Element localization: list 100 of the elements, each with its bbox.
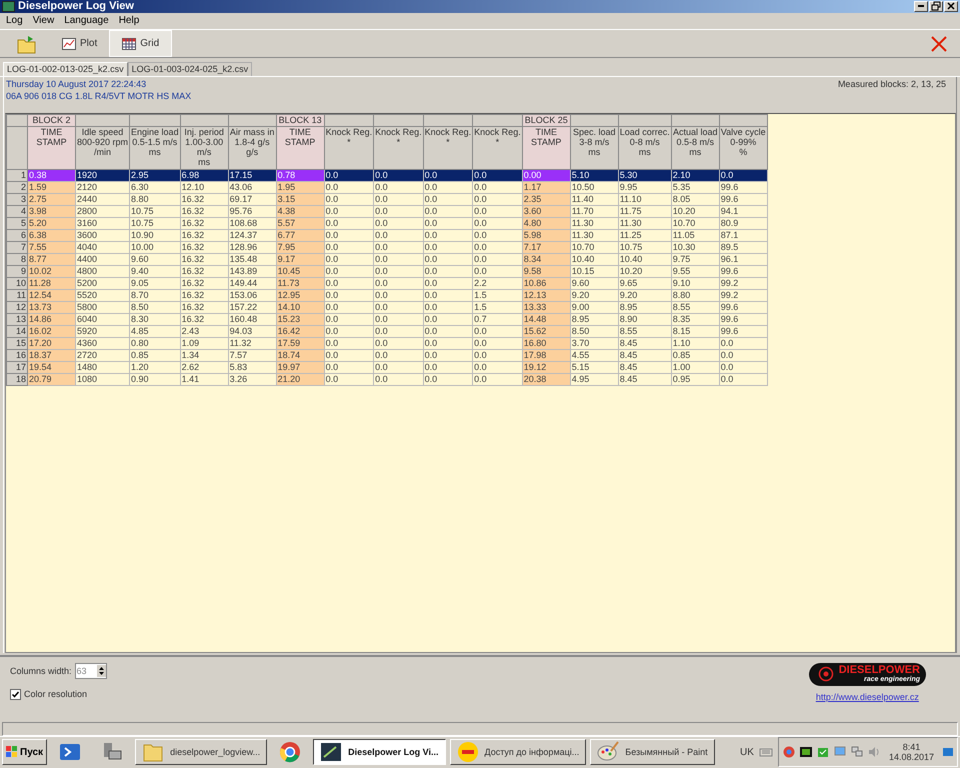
table-cell: 0.0: [423, 205, 473, 218]
table-cell: 21.20: [276, 373, 324, 386]
row-number[interactable]: 15: [6, 337, 28, 350]
table-cell: 69.17: [228, 193, 276, 206]
row-number[interactable]: 5: [6, 217, 28, 230]
minimize-button[interactable]: [914, 0, 928, 12]
table-cell: 11.10: [618, 193, 672, 206]
row-number[interactable]: 6: [6, 229, 28, 242]
checkbox-label: Color resolution: [24, 689, 88, 700]
table-cell: 0.85: [130, 349, 180, 362]
row-number[interactable]: 7: [6, 241, 28, 254]
row-number[interactable]: 4: [6, 205, 28, 218]
keyboard-icon[interactable]: [758, 746, 773, 758]
table-cell: 16.32: [180, 253, 228, 266]
block-header: BLOCK 2: [28, 114, 76, 126]
header-cell: [324, 114, 374, 126]
table-cell: 3160: [76, 217, 130, 230]
network-icon[interactable]: [850, 746, 863, 758]
show-desktop-icon[interactable]: [943, 747, 953, 758]
table-cell: 0.0: [374, 265, 424, 278]
table-cell: 0.0: [324, 301, 374, 314]
header-cell: [570, 114, 618, 126]
row-number[interactable]: 16: [6, 349, 28, 362]
row-number[interactable]: 9: [6, 265, 28, 278]
table-cell: 5520: [76, 289, 130, 302]
speaker-icon[interactable]: [868, 746, 880, 758]
table-cell: 1.95: [276, 181, 324, 194]
table-cell: 4.85: [130, 325, 180, 338]
row-number[interactable]: 12: [6, 301, 28, 314]
table-cell: 10.90: [130, 229, 180, 242]
table-cell: 20.79: [28, 373, 76, 386]
menu-item[interactable]: Help: [114, 14, 144, 26]
table-cell: 14.10: [276, 301, 324, 314]
toolbar-button[interactable]: Grid: [109, 30, 172, 57]
row-number[interactable]: 10: [6, 277, 28, 290]
table-cell: 4400: [76, 253, 130, 266]
check-icon[interactable]: [816, 746, 829, 758]
row-number[interactable]: 2: [6, 181, 28, 194]
start-button[interactable]: Пуск: [2, 739, 48, 766]
table-cell: 99.6: [719, 325, 768, 338]
table-cell: 13.73: [28, 301, 76, 314]
taskbar-button[interactable]: Безымянный - Paint: [590, 739, 715, 766]
table-cell: 16.32: [180, 241, 228, 254]
table-cell: 0.0: [472, 169, 522, 182]
row-number[interactable]: 3: [6, 193, 28, 206]
website-link[interactable]: http://www.dieselpower.cz: [816, 692, 919, 702]
row-number[interactable]: 8: [6, 253, 28, 266]
table-cell: 9.05: [130, 277, 180, 290]
table-cell: 17.98: [522, 349, 570, 362]
row-number[interactable]: 13: [6, 313, 28, 326]
file-tab[interactable]: LOG-01-003-024-025_k2.csv: [128, 62, 252, 76]
toolbar-button[interactable]: Plot: [50, 30, 110, 57]
taskbar-button[interactable]: Доступ до інформаці...: [450, 739, 586, 766]
file-tab[interactable]: LOG-01-002-013-025_k2.csv: [3, 62, 128, 76]
table-cell: 11.05: [671, 229, 720, 242]
restore-button[interactable]: [929, 0, 943, 12]
checkbox[interactable]: [10, 688, 21, 700]
table-cell: 0.0: [472, 373, 522, 386]
table-cell: 0.0: [374, 253, 424, 266]
table-cell: 0.0: [374, 313, 424, 326]
columns-width-spinner[interactable]: 63: [74, 662, 107, 679]
row-number[interactable]: 11: [6, 289, 28, 302]
language-indicator[interactable]: UK: [740, 746, 754, 758]
close-button[interactable]: [944, 0, 958, 12]
browser-icon[interactable]: [782, 746, 795, 758]
column-header: Knock Reg. *: [324, 126, 374, 170]
table-cell: 0.90: [130, 373, 180, 386]
table-cell: 0.0: [423, 217, 473, 230]
table-cell: 0.0: [423, 169, 473, 182]
row-number[interactable]: 17: [6, 361, 28, 374]
table-cell: 3.60: [522, 205, 570, 218]
table-cell: 0.0: [423, 349, 473, 362]
menu-item[interactable]: Language: [60, 14, 113, 26]
table-cell: 0.0: [324, 325, 374, 338]
header-cell: [374, 114, 424, 126]
row-number[interactable]: 1: [6, 169, 28, 182]
header-cell: [6, 126, 28, 170]
table-cell: 9.95: [618, 181, 672, 194]
row-number[interactable]: 18: [6, 373, 28, 386]
table-cell: 10.75: [130, 217, 180, 230]
table-cell: 157.22: [228, 301, 276, 314]
table-cell: 0.0: [423, 289, 473, 302]
table-cell: 17.20: [28, 337, 76, 350]
header-cell: [719, 114, 768, 126]
menu-item[interactable]: View: [28, 14, 58, 26]
table-cell: 0.0: [472, 229, 522, 242]
menu-item[interactable]: Log: [2, 14, 27, 26]
table-cell: 5.57: [276, 217, 324, 230]
monitor-icon[interactable]: [834, 746, 846, 758]
table-cell: 18.37: [28, 349, 76, 362]
table-cell: 5.10: [570, 169, 618, 182]
table-cell: 5.98: [522, 229, 570, 242]
row-number[interactable]: 14: [6, 325, 28, 338]
close-icon[interactable]: [930, 34, 948, 53]
taskbar-button[interactable]: Dieselpower Log Vi...: [313, 739, 446, 766]
table-cell: 6.77: [276, 229, 324, 242]
column-header: Knock Reg. *: [374, 126, 424, 170]
table-cell: 8.45: [618, 349, 672, 362]
graphics-card-icon[interactable]: [800, 746, 812, 758]
taskbar-button[interactable]: dieselpower_logview...: [135, 739, 268, 766]
